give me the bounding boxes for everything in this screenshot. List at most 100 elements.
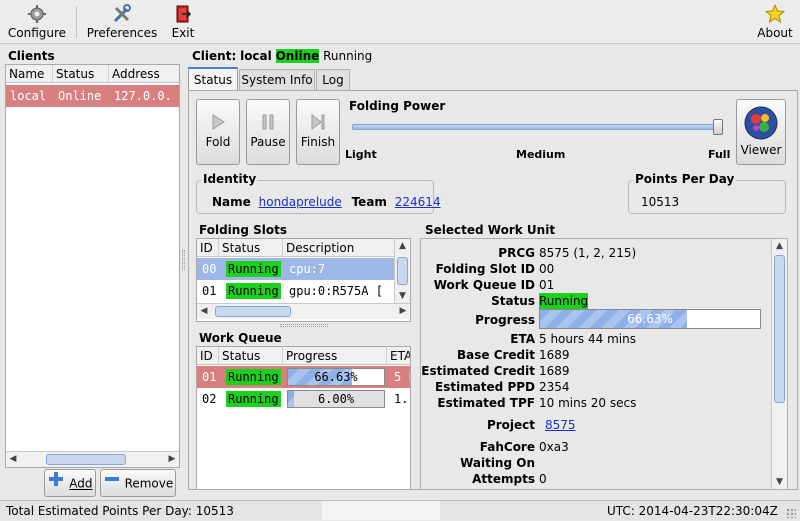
identity-title: Identity <box>201 172 259 186</box>
wu-est-credit-value: 1689 <box>539 364 570 378</box>
power-full-label: Full <box>708 148 731 161</box>
viewer-button[interactable]: Viewer <box>736 99 786 165</box>
client-name: local <box>10 89 47 103</box>
work-unit-vscrollbar[interactable]: ▲ ▼ <box>771 239 787 489</box>
folding-power-track[interactable] <box>352 124 722 130</box>
status-bar-field <box>322 501 440 520</box>
wu-slot-value: 00 <box>539 262 555 276</box>
pause-button[interactable]: Pause <box>246 99 290 165</box>
wu-eta-value: 5 hours 44 mins <box>539 332 636 346</box>
wu-project-link[interactable]: 8575 <box>545 417 576 433</box>
wu-est-ppd-value: 2354 <box>539 380 570 394</box>
scroll-down-icon[interactable]: ▼ <box>772 475 787 489</box>
work-queue-header: ID Status Progress ETA <box>197 347 410 365</box>
wu-progress-bar: 66.63% <box>539 309 761 329</box>
slot-row[interactable]: 01 Running gpu:0:R575A [ <box>197 280 395 302</box>
preferences-label: Preferences <box>86 26 158 40</box>
work-queue-table: ID Status Progress ETA 01 Running 66.63%… <box>196 346 411 490</box>
star-icon <box>754 4 796 24</box>
clients-col-address[interactable]: Address <box>109 65 179 83</box>
exit-button[interactable]: Exit <box>166 4 200 42</box>
scroll-right-icon[interactable]: ▶ <box>165 452 179 467</box>
wu-progress-text: 66.63% <box>627 312 673 326</box>
wu-base-credit-value: 1689 <box>539 348 570 362</box>
work-unit-panel: PRCG 8575 (1, 2, 215) Folding Slot ID 00… <box>420 238 788 490</box>
client-row[interactable]: local Online 127.0.0. <box>6 85 179 107</box>
queue-status: Running <box>226 369 281 385</box>
slot-description: gpu:0:R575A [ <box>289 284 383 298</box>
remove-client-button[interactable]: Remove <box>100 469 176 497</box>
total-ppd-text: Total Estimated Points Per Day: 10513 <box>6 504 234 518</box>
slot-id: 01 <box>202 284 217 298</box>
resize-grip-icon[interactable] <box>786 508 796 518</box>
work-queue-title: Work Queue <box>199 331 282 345</box>
identity-name-label: Name <box>212 195 251 209</box>
pause-label: Pause <box>250 135 286 149</box>
slots-col-status[interactable]: Status <box>219 239 283 257</box>
viewer-label: Viewer <box>740 143 782 157</box>
identity-team-link[interactable]: 224614 <box>395 195 441 209</box>
client-state: Running <box>323 49 373 63</box>
folding-power-title: Folding Power <box>349 99 446 113</box>
power-medium-label: Medium <box>516 148 566 161</box>
about-button[interactable]: About <box>754 4 796 42</box>
wu-prcg-label: PRCG <box>498 246 535 260</box>
slot-id: 00 <box>202 262 217 276</box>
wu-est-credit-label: Estimated Credit <box>421 364 535 378</box>
queue-col-status[interactable]: Status <box>219 347 283 365</box>
scroll-left-icon[interactable]: ◀ <box>197 304 211 319</box>
queue-col-progress[interactable]: Progress <box>283 347 387 365</box>
toolbar: Configure Preferences Exit About <box>0 0 800 44</box>
slots-hscrollbar[interactable]: ◀ ▶ <box>197 303 410 319</box>
identity-name-link[interactable]: hondaprelude <box>259 195 342 209</box>
tab-log[interactable]: Log <box>316 69 350 90</box>
scroll-right-icon[interactable]: ▶ <box>396 304 410 319</box>
folding-slots-title: Folding Slots <box>199 223 287 237</box>
scroll-thumb[interactable] <box>774 255 785 403</box>
scroll-up-icon[interactable]: ▲ <box>395 239 410 253</box>
exit-door-icon <box>166 4 200 24</box>
add-label: Add <box>69 476 93 491</box>
slots-vscrollbar[interactable]: ▲ ▼ <box>394 239 410 303</box>
utc-time-text: UTC: 2014-04-23T22:30:04Z <box>607 504 778 518</box>
finish-button[interactable]: Finish <box>296 99 340 165</box>
fold-button[interactable]: Fold <box>196 99 240 165</box>
tab-system-info[interactable]: System Info <box>239 69 315 90</box>
client-name-header: local <box>240 49 272 63</box>
protein-globe-icon <box>737 106 785 143</box>
slot-status: Running <box>226 283 281 299</box>
clients-col-status[interactable]: Status <box>53 65 109 83</box>
scroll-thumb[interactable] <box>46 454 126 465</box>
clients-hscrollbar[interactable]: ◀ ▶ <box>6 451 179 467</box>
finish-label: Finish <box>300 135 336 149</box>
add-client-button[interactable]: Add <box>44 469 96 497</box>
scroll-thumb[interactable] <box>397 257 408 285</box>
wu-est-tpf-value: 10 mins 20 secs <box>539 396 637 410</box>
scroll-left-icon[interactable]: ◀ <box>6 452 20 467</box>
wu-fahcore-label: FahCore <box>479 440 535 454</box>
exit-label: Exit <box>171 26 195 40</box>
preferences-button[interactable]: Preferences <box>84 4 160 42</box>
wu-base-credit-label: Base Credit <box>456 348 535 362</box>
slots-col-description[interactable]: Description <box>283 239 397 257</box>
slots-col-id[interactable]: ID <box>197 239 219 257</box>
splitter-handle[interactable] <box>182 250 185 270</box>
slot-row[interactable]: 00 Running cpu:7 <box>197 258 395 280</box>
configure-button[interactable]: Configure <box>4 4 70 42</box>
queue-col-id[interactable]: ID <box>197 347 219 365</box>
folding-power-slider-thumb[interactable] <box>713 119 723 135</box>
clients-col-name[interactable]: Name <box>6 65 53 83</box>
queue-row[interactable]: 01 Running 66.63% 5 h <box>197 366 410 388</box>
wu-est-tpf-label: Estimated TPF <box>437 396 535 410</box>
tab-status[interactable]: Status <box>188 67 238 91</box>
scroll-thumb[interactable] <box>215 306 291 317</box>
queue-col-eta[interactable]: ETA <box>387 347 410 365</box>
scroll-down-icon[interactable]: ▼ <box>395 289 410 303</box>
client-address: 127.0.0. <box>114 89 172 103</box>
scroll-up-icon[interactable]: ▲ <box>772 239 787 253</box>
splitter-handle[interactable] <box>280 324 328 327</box>
power-light-label: Light <box>345 148 377 161</box>
queue-row[interactable]: 02 Running 6.00% 1. <box>197 388 410 410</box>
status-bar: Total Estimated Points Per Day: 10513 UT… <box>0 500 800 520</box>
queue-id: 02 <box>202 392 217 406</box>
